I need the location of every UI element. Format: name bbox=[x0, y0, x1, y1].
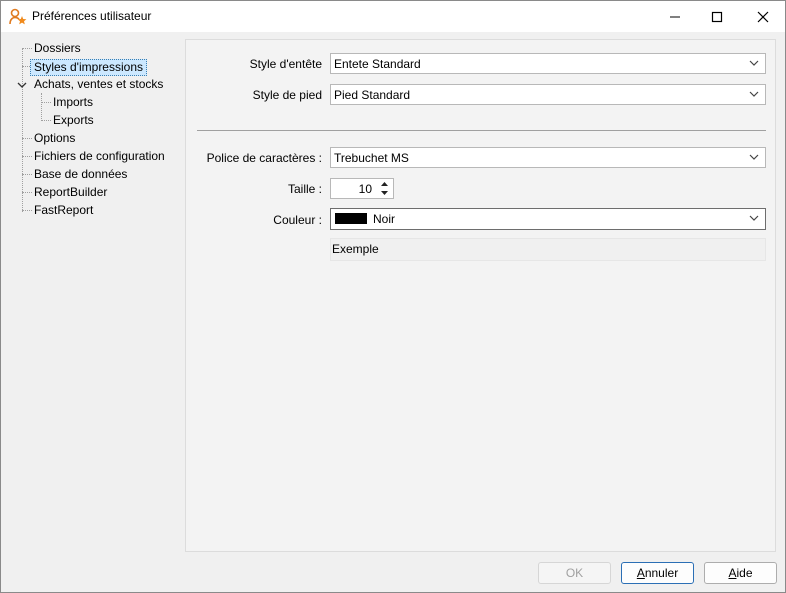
cancel-button[interactable]: Annuler bbox=[621, 562, 694, 584]
chevron-down-icon bbox=[749, 60, 759, 66]
tree-item-options[interactable]: Options bbox=[31, 130, 78, 147]
maximize-button[interactable] bbox=[697, 1, 737, 32]
help-mnemonic: A bbox=[728, 566, 737, 580]
chevron-down-icon bbox=[749, 215, 759, 221]
tree-item-styles-impressions[interactable]: Styles d'impressions bbox=[30, 59, 147, 76]
header-style-dropdown[interactable]: Entete Standard bbox=[330, 53, 766, 74]
settings-panel bbox=[185, 39, 776, 552]
font-preview-box: Exemple bbox=[330, 238, 766, 261]
color-dropdown[interactable]: Noir bbox=[330, 208, 766, 230]
size-label: Taille : bbox=[287, 182, 322, 196]
font-preview-text: Exemple bbox=[332, 242, 379, 256]
tree-item-fastreport[interactable]: FastReport bbox=[31, 202, 96, 219]
font-label: Police de caractères : bbox=[206, 151, 322, 165]
tree-item-exports[interactable]: Exports bbox=[50, 112, 97, 129]
window-title: Préférences utilisateur bbox=[32, 9, 152, 23]
cancel-label-rest: nnuler bbox=[644, 566, 679, 580]
tree-item-achats-ventes-stocks[interactable]: Achats, ventes et stocks bbox=[31, 76, 166, 93]
help-label-rest: ide bbox=[736, 566, 753, 580]
spin-up-button[interactable] bbox=[376, 180, 392, 188]
tree-item-reportbuilder[interactable]: ReportBuilder bbox=[31, 184, 110, 201]
size-value: 10 bbox=[358, 182, 372, 196]
minimize-icon bbox=[670, 16, 680, 17]
close-button[interactable] bbox=[743, 1, 783, 32]
chevron-down-icon bbox=[749, 91, 759, 97]
maximize-icon bbox=[711, 11, 723, 22]
user-preferences-icon bbox=[9, 8, 27, 25]
preferences-tree: Dossiers Styles d'impressions Achats, ve… bbox=[9, 39, 179, 559]
chevron-down-icon[interactable] bbox=[17, 81, 27, 89]
title-bar: Préférences utilisateur bbox=[1, 1, 785, 32]
triangle-down-icon bbox=[380, 191, 388, 195]
chevron-down-icon bbox=[749, 154, 759, 160]
minimize-button[interactable] bbox=[655, 1, 695, 32]
size-spinner[interactable]: 10 bbox=[330, 178, 394, 199]
tree-item-imports[interactable]: Imports bbox=[50, 94, 96, 111]
preferences-window: Préférences utilisateur Dossiers Styles … bbox=[0, 0, 786, 593]
color-label: Couleur : bbox=[273, 213, 322, 227]
color-value: Noir bbox=[373, 212, 396, 226]
divider bbox=[197, 130, 766, 131]
font-dropdown[interactable]: Trebuchet MS bbox=[330, 147, 766, 168]
tree-item-base-de-donnees[interactable]: Base de données bbox=[31, 166, 130, 183]
header-style-value: Entete Standard bbox=[334, 57, 421, 71]
close-icon bbox=[757, 11, 769, 22]
tree-item-dossiers[interactable]: Dossiers bbox=[31, 40, 84, 57]
footer-style-label: Style de pied bbox=[252, 88, 322, 102]
tree-connector bbox=[41, 93, 42, 121]
cancel-mnemonic: A bbox=[636, 566, 645, 580]
spin-down-button[interactable] bbox=[376, 189, 392, 197]
header-style-label: Style d'entête bbox=[249, 57, 322, 71]
footer-style-value: Pied Standard bbox=[334, 88, 411, 102]
tree-connector bbox=[22, 48, 23, 212]
ok-button[interactable]: OK bbox=[538, 562, 611, 584]
triangle-up-icon bbox=[380, 182, 388, 186]
help-button[interactable]: Aide bbox=[704, 562, 777, 584]
font-value: Trebuchet MS bbox=[334, 151, 409, 165]
footer-style-dropdown[interactable]: Pied Standard bbox=[330, 84, 766, 105]
spinner-buttons bbox=[376, 180, 392, 197]
tree-item-fichiers-configuration[interactable]: Fichiers de configuration bbox=[31, 148, 168, 165]
color-swatch bbox=[335, 213, 367, 224]
